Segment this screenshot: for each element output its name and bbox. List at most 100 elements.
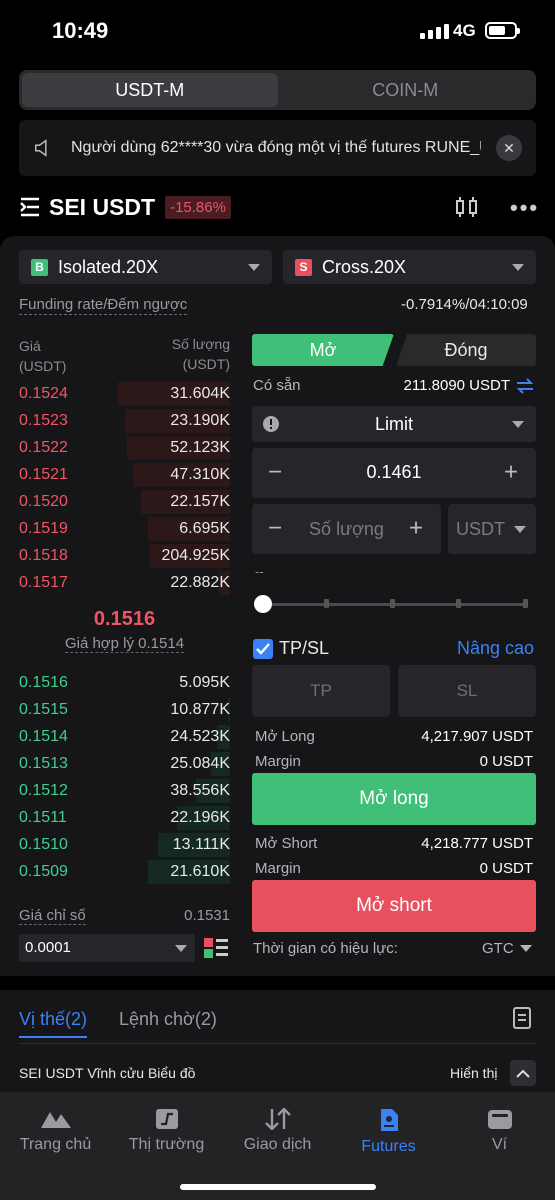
ask-row[interactable]: 0.1517 22.882K <box>19 569 230 596</box>
chevron-down-icon <box>512 264 524 271</box>
chevron-up-icon[interactable] <box>510 1060 536 1086</box>
bid-price: 0.1510 <box>19 836 68 853</box>
tab-usdt-m[interactable]: USDT-M <box>22 73 278 107</box>
nav-market[interactable]: Thị trường <box>111 1108 222 1154</box>
plus-icon[interactable]: + <box>409 514 423 542</box>
validity-value: GTC <box>482 940 514 957</box>
funding-label[interactable]: Funding rate/Đếm ngược <box>19 296 188 315</box>
futures-icon <box>380 1109 398 1131</box>
ask-qty: 22.157K <box>170 493 230 510</box>
notice-banner[interactable]: Người dùng 62****30 vừa đóng một vị thế … <box>19 120 536 176</box>
home-indicator <box>180 1184 376 1190</box>
status-time: 10:49 <box>52 18 109 43</box>
pair-header[interactable]: SEI USDT -15.86% <box>19 190 231 224</box>
trade-arrows-icon <box>264 1108 291 1130</box>
price-input[interactable]: 0.1461 <box>252 462 536 483</box>
tpsl-toggle[interactable]: TP/SL <box>253 638 329 659</box>
ask-row[interactable]: 0.1519 6.695K <box>19 515 230 542</box>
nav-home[interactable]: Trang chủ <box>0 1108 111 1154</box>
checkbox-icon[interactable] <box>253 638 273 659</box>
open-long-button[interactable]: Mở long <box>252 773 536 825</box>
plus-icon[interactable]: + <box>504 458 518 486</box>
candlestick-icon[interactable] <box>454 196 480 218</box>
ask-row[interactable]: 0.1523 23.190K <box>19 407 230 434</box>
ask-row[interactable]: 0.1522 52.123K <box>19 434 230 461</box>
menu-icon[interactable] <box>19 197 41 217</box>
open-close-tabs: Mở Đóng <box>252 334 536 366</box>
nav-futures[interactable]: Futures <box>333 1108 444 1156</box>
chevron-down-icon <box>175 945 187 952</box>
index-label[interactable]: Giá chỉ số <box>19 907 86 925</box>
pair-change: -15.86% <box>165 195 231 219</box>
unit-value: USDT <box>456 519 505 539</box>
battery-icon <box>485 22 520 39</box>
bid-row[interactable]: 0.1513 25.084K <box>19 750 230 777</box>
nav-trade[interactable]: Giao dịch <box>222 1108 333 1154</box>
bid-row[interactable]: 0.1510 13.111K <box>19 831 230 858</box>
available-value: 211.8090 USDT <box>403 377 510 394</box>
bid-qty: 5.095K <box>179 674 230 691</box>
bid-price: 0.1514 <box>19 728 68 745</box>
tab-positions[interactable]: Vị thế(2) <box>19 1009 87 1030</box>
long-value: 4,217.907 USDT <box>421 728 533 745</box>
nav-wallet[interactable]: Ví <box>444 1108 555 1154</box>
bid-row[interactable]: 0.1511 22.196K <box>19 804 230 831</box>
orderbook-view-icon[interactable] <box>203 936 229 960</box>
mid-price-block: 0.1516 Giá hợp lý 0.1514 <box>19 608 230 653</box>
tab-open[interactable]: Mở <box>252 334 394 366</box>
order-type-select[interactable]: Limit <box>252 406 536 442</box>
show-label[interactable]: Hiển thị <box>450 1065 497 1081</box>
chart-link[interactable]: SEI USDT Vĩnh cửu Biểu đồ <box>19 1065 195 1081</box>
sl-input[interactable]: SL <box>398 665 536 717</box>
ask-price: 0.1522 <box>19 439 68 456</box>
chevron-down-icon <box>248 264 260 271</box>
ask-price: 0.1518 <box>19 547 68 564</box>
cross-select[interactable]: S Cross.20X <box>283 250 536 284</box>
transfer-icon[interactable] <box>516 378 534 394</box>
network-label: 4G <box>453 21 476 40</box>
fair-price[interactable]: Giá hợp lý 0.1514 <box>64 635 185 653</box>
bid-row[interactable]: 0.1514 24.523K <box>19 723 230 750</box>
bid-row[interactable]: 0.1516 5.095K <box>19 669 230 696</box>
ask-row[interactable]: 0.1520 22.157K <box>19 488 230 515</box>
price-stepper[interactable]: − 0.1461 + <box>252 448 536 498</box>
bid-qty: 22.196K <box>170 809 230 826</box>
bid-row[interactable]: 0.1515 10.877K <box>19 696 230 723</box>
tab-coin-m[interactable]: COIN-M <box>278 73 534 107</box>
notice-text: Người dùng 62****30 vừa đóng một vị thế … <box>71 139 481 156</box>
bid-row[interactable]: 0.1512 38.556K <box>19 777 230 804</box>
advanced-link[interactable]: Nâng cao <box>457 638 534 659</box>
more-icon[interactable]: ••• <box>510 195 539 221</box>
document-icon[interactable] <box>512 1006 532 1030</box>
quantity-unit-select[interactable]: USDT <box>448 504 536 554</box>
divider <box>19 1043 536 1044</box>
isolated-select[interactable]: B Isolated.20X <box>19 250 272 284</box>
index-value: 0.1531 <box>184 907 230 924</box>
precision-select[interactable]: 0.0001 <box>19 934 195 962</box>
market-icon <box>155 1109 178 1129</box>
bid-row[interactable]: 0.1509 21.610K <box>19 858 230 885</box>
slider-handle[interactable] <box>254 595 272 613</box>
amount-slider[interactable] <box>254 595 528 613</box>
ask-qty: 22.882K <box>170 574 230 591</box>
tab-close[interactable]: Đóng <box>396 334 536 366</box>
available-label: Có sẵn <box>253 377 301 394</box>
ask-price: 0.1523 <box>19 412 68 429</box>
quantity-stepper[interactable]: − Số lượng + <box>252 504 441 554</box>
ask-row[interactable]: 0.1518 204.925K <box>19 542 230 569</box>
validity-select[interactable]: GTC <box>482 940 532 957</box>
bid-qty: 10.877K <box>170 701 230 718</box>
open-short-button[interactable]: Mở short <box>252 880 536 932</box>
long-margin-value: 0 USDT <box>479 753 533 770</box>
bid-qty: 38.556K <box>170 782 230 799</box>
chevron-down-icon <box>519 945 532 952</box>
ask-row[interactable]: 0.1521 47.310K <box>19 461 230 488</box>
close-icon[interactable]: ✕ <box>496 135 522 161</box>
short-margin-value: 0 USDT <box>479 860 533 877</box>
bid-price: 0.1513 <box>19 755 68 772</box>
short-value: 4,218.777 USDT <box>421 835 533 852</box>
ask-price: 0.1521 <box>19 466 68 483</box>
tab-pending-orders[interactable]: Lệnh chờ(2) <box>119 1009 217 1030</box>
tp-input[interactable]: TP <box>252 665 390 717</box>
ask-row[interactable]: 0.1524 31.604K <box>19 380 230 407</box>
